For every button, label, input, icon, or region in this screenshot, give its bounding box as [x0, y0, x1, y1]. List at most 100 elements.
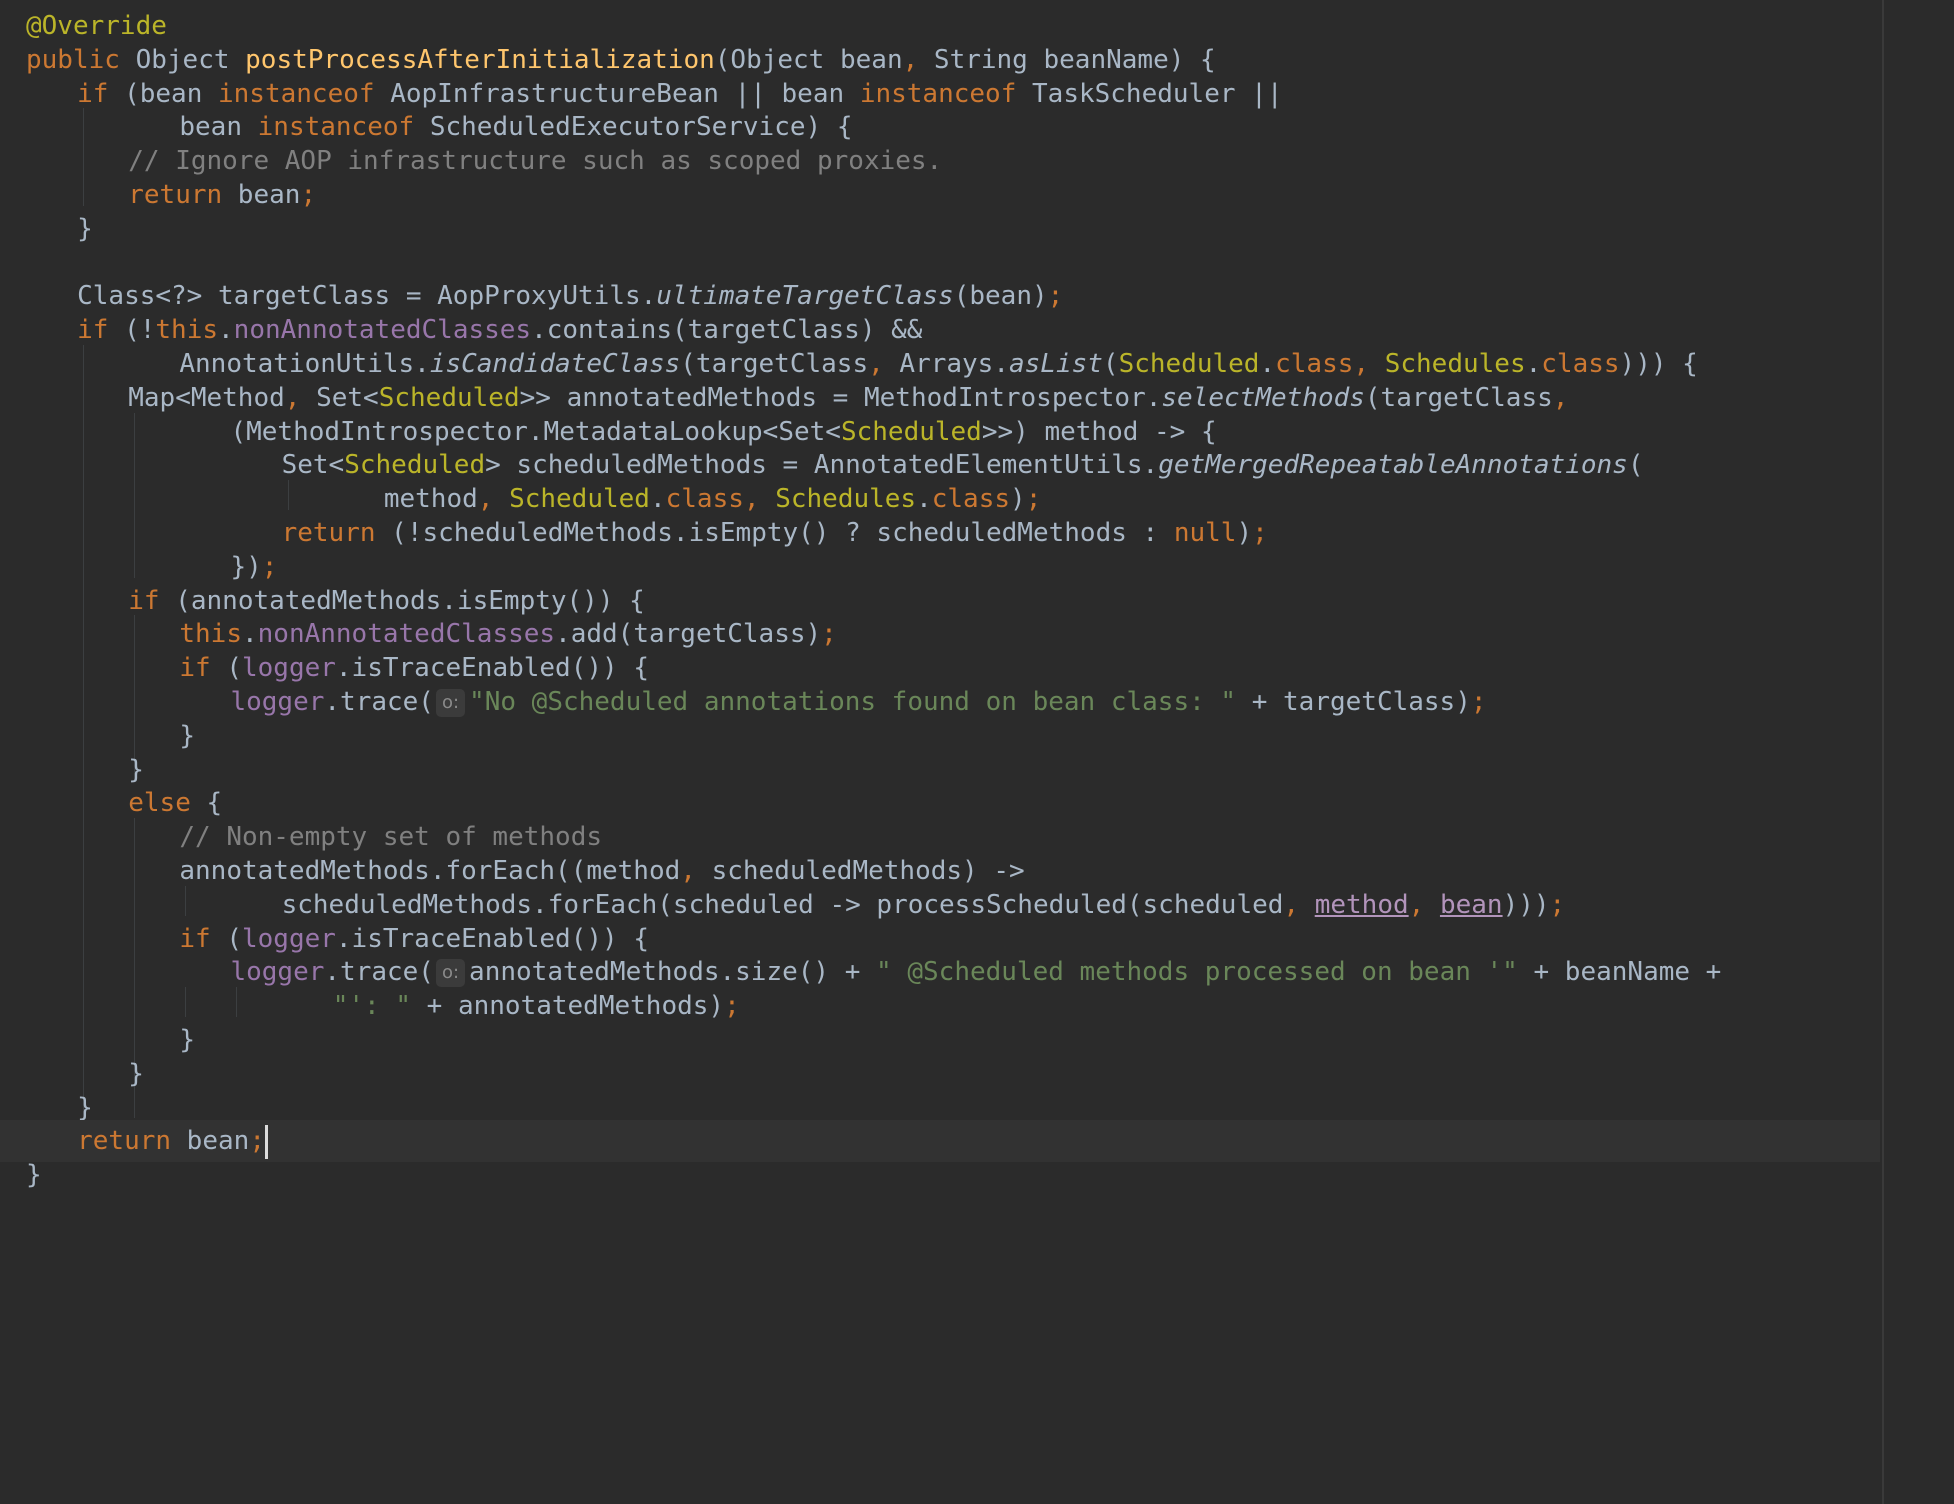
code-token: > scheduledMethods = AnnotatedElementUti… [485, 450, 1159, 481]
code-token: ; [1470, 687, 1487, 717]
code-token: ; [300, 180, 317, 210]
code-token: } [128, 754, 144, 785]
code-token: logger [241, 923, 336, 954]
code-token: if [179, 923, 211, 954]
code-token: + annotatedMethods) [411, 991, 725, 1022]
code-token: scheduledMethods) -> [695, 856, 1025, 886]
code-token: } [77, 1092, 93, 1123]
right-margin-guide [1882, 0, 1884, 1504]
code-token: isCandidateClass [429, 349, 681, 379]
code-token: Schedules [775, 484, 917, 515]
code-token: Arrays. [883, 349, 1009, 379]
code-token: AnnotationUtils. [179, 349, 430, 379]
code-token: ( [1627, 450, 1644, 481]
code-token: if [128, 585, 160, 616]
code-token: selectMethods [1161, 382, 1365, 413]
code-token: if [77, 315, 109, 346]
code-token: , [1283, 889, 1315, 920]
code-token: // Non-empty set of methods [179, 822, 602, 853]
code-line[interactable]: } [0, 1154, 1880, 1196]
code-token: @Override [26, 11, 167, 41]
code-token: annotatedMethods.forEach((method [179, 856, 681, 886]
code-token: ; [249, 1126, 265, 1157]
code-token: .contains(targetClass) && [531, 315, 923, 346]
code-token: } [128, 1058, 144, 1089]
code-token: (targetClass [680, 349, 869, 379]
code-token: Map<Method [128, 382, 285, 413]
code-token: instanceof [859, 78, 1017, 109]
code-token: ; [724, 991, 740, 1022]
code-token: + targetClass) [1236, 687, 1471, 717]
code-token: ; [821, 619, 837, 650]
code-token: return [128, 180, 223, 210]
code-token: (bean) [953, 281, 1048, 312]
code-token: } [26, 1160, 42, 1191]
code-token: Class<?> targetClass = AopProxyUtils. [77, 281, 657, 312]
code-token: (targetClass [1364, 382, 1553, 413]
code-token: // Ignore AOP infrastructure such as sco… [128, 146, 943, 177]
code-token: Set< [300, 382, 379, 413]
code-token: Schedules [1384, 349, 1526, 379]
code-token: } [77, 213, 93, 244]
code-token: instanceof [218, 78, 375, 109]
code-token: .trace( [324, 687, 434, 717]
code-token: ; [1549, 889, 1566, 920]
code-token: (!scheduledMethods.isEmpty() ? scheduled… [375, 518, 1174, 548]
code-token: , [1353, 349, 1385, 379]
code-token: . [218, 315, 234, 346]
code-token: public [26, 44, 120, 75]
code-token: ; [1047, 281, 1064, 312]
code-token: ; [261, 551, 278, 582]
code-token: , [284, 382, 301, 413]
code-token: .isTraceEnabled()) { [335, 653, 649, 684]
code-token: >> annotatedMethods = MethodIntrospector… [519, 382, 1162, 413]
code-token: if [179, 653, 211, 684]
code-token: logger [241, 653, 336, 684]
code-token: Scheduled [344, 450, 486, 481]
code-token: method [1314, 889, 1409, 920]
code-token: , [902, 44, 919, 75]
code-token: ; [1025, 484, 1042, 515]
code-token: >>) method -> { [981, 416, 1217, 447]
code-token: ScheduledExecutorService) { [414, 112, 853, 143]
code-token: annotatedMethods.size() + [469, 957, 877, 988]
code-token: Object [119, 44, 246, 75]
code-token: . [1259, 349, 1276, 379]
code-token: method [383, 484, 478, 515]
code-token: this [155, 315, 219, 346]
code-token: ))) { [1619, 349, 1698, 379]
code-token: . [916, 484, 932, 515]
code-token: bean [179, 112, 258, 143]
code-token: " @Scheduled methods processed on bean '… [876, 957, 1518, 988]
code-token: return [281, 518, 376, 548]
code-token: class [1275, 349, 1354, 379]
code-token: this [179, 619, 242, 650]
code-token: ( [1102, 349, 1119, 379]
code-token: ( [210, 653, 242, 684]
code-token: ) [1010, 484, 1026, 515]
code-token: (bean [108, 78, 218, 109]
code-token: bean [1439, 889, 1503, 920]
code-token: instanceof [257, 112, 415, 143]
code-token: "': " [332, 991, 411, 1022]
code-token: class [1541, 349, 1620, 379]
code-editor[interactable]: @Override public Object postProcessAfterI… [0, 0, 1954, 1504]
code-token: getMergedRepeatableAnnotations [1158, 450, 1628, 481]
code-token: , [680, 856, 696, 886]
code-token: String beanName) { [918, 44, 1216, 75]
code-token: Scheduled [840, 416, 982, 447]
parameter-hint: o: [435, 958, 466, 987]
code-token: nonAnnotatedClasses [233, 315, 532, 346]
code-area[interactable]: @Override public Object postProcessAfterI… [0, 0, 1880, 1504]
code-token: if [77, 78, 109, 109]
code-token: } [179, 720, 196, 751]
code-token: else [128, 788, 191, 819]
code-token: + beanName + [1517, 957, 1722, 988]
code-token: logger [230, 957, 325, 988]
code-token: , [477, 484, 510, 515]
code-token: { [190, 788, 223, 819]
code-token: .isTraceEnabled()) { [335, 923, 649, 954]
code-token: Scheduled [378, 382, 520, 413]
code-token: , [1408, 889, 1440, 920]
code-token: , [1552, 382, 1569, 413]
